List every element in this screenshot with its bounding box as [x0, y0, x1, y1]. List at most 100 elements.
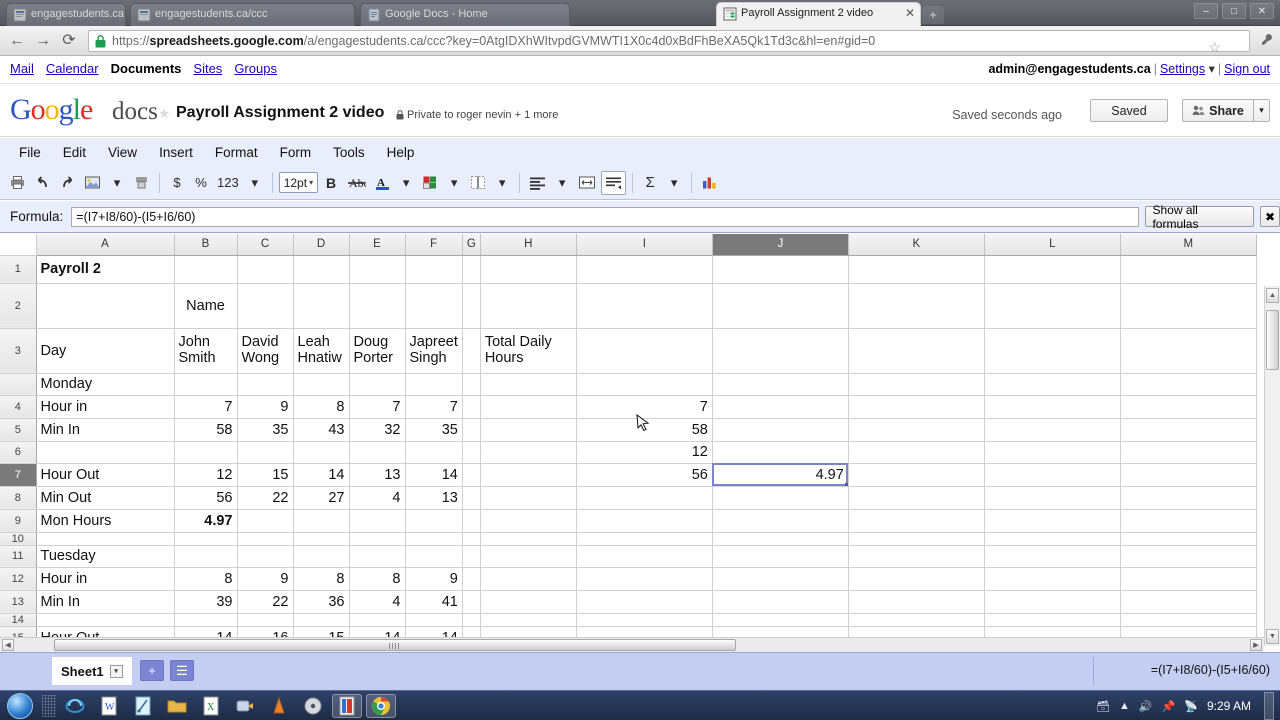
column-header-C[interactable]: C — [237, 234, 294, 256]
cell-C6[interactable] — [237, 441, 294, 464]
cell-M10[interactable] — [1120, 532, 1257, 546]
cell-A13[interactable]: Min In — [36, 590, 175, 614]
internet-explorer-icon[interactable] — [60, 694, 90, 718]
cell-B4[interactable]: 7 — [174, 395, 238, 419]
cell-E11[interactable] — [349, 545, 406, 568]
table-row[interactable]: 4 Hour in 7 9 8 7 7 7 — [0, 395, 1257, 419]
bold-button[interactable]: B — [320, 171, 342, 195]
table-row[interactable]: 5 Min In 58 35 43 32 35 58 — [0, 418, 1257, 442]
sheet-body[interactable]: 1 Payroll 2 2 Name 3 Day John Smith David Wong L… — [0, 255, 1257, 652]
cell-J[interactable] — [712, 373, 849, 396]
number-format-button[interactable]: 123 — [214, 171, 242, 195]
cell-I7[interactable]: 56 — [576, 463, 713, 487]
cell-G5[interactable] — [462, 418, 481, 442]
cell-E12[interactable]: 8 — [349, 567, 406, 591]
insert-chart-icon[interactable] — [698, 171, 721, 195]
chrome-icon[interactable] — [366, 693, 396, 718]
cell-B13[interactable]: 39 — [174, 590, 238, 614]
row-header-8[interactable]: 8 — [0, 486, 37, 510]
network-icon[interactable]: 📡 — [1184, 700, 1198, 713]
table-row[interactable]: 13 Min In 39 22 36 4 41 — [0, 590, 1257, 614]
cell-H5[interactable] — [480, 418, 577, 442]
column-header-A[interactable]: A — [36, 234, 175, 256]
taskbar-clock[interactable]: 9:29 AM — [1207, 699, 1251, 713]
column-header-M[interactable]: M — [1120, 234, 1257, 256]
cell-K7[interactable] — [848, 463, 985, 487]
cell-M[interactable] — [1120, 373, 1257, 396]
horizontal-scrollbar[interactable]: ◀ ▶ — [0, 637, 1264, 652]
row-header-5[interactable]: 5 — [0, 418, 37, 442]
cell-I6[interactable]: 12 — [576, 441, 713, 464]
cell-F12[interactable]: 9 — [405, 567, 463, 591]
font-size-selector[interactable]: 12pt ▾ — [278, 172, 319, 193]
cell-G3[interactable] — [462, 328, 481, 374]
cell-M5[interactable] — [1120, 418, 1257, 442]
cell-K9[interactable] — [848, 509, 985, 533]
row-header-14[interactable]: 14 — [0, 613, 37, 627]
cell-E7[interactable]: 13 — [349, 463, 406, 487]
cell-J8[interactable] — [712, 486, 849, 510]
share-dropdown-button[interactable]: ▾ — [1253, 99, 1270, 122]
row-header-10[interactable]: 10 — [0, 532, 37, 546]
cell-L3[interactable] — [984, 328, 1121, 374]
cell-H[interactable] — [480, 373, 577, 396]
row-header-3[interactable] — [0, 373, 37, 396]
cell-A12[interactable]: Hour in — [36, 567, 175, 591]
cell-J9[interactable] — [712, 509, 849, 533]
table-row[interactable]: 2 Name — [0, 283, 1257, 329]
cell-E14[interactable] — [349, 613, 406, 627]
scroll-down-icon[interactable]: ▼ — [1266, 629, 1279, 644]
menu-help[interactable]: Help — [376, 142, 426, 163]
cell-A[interactable]: Monday — [36, 373, 175, 396]
cell-K13[interactable] — [848, 590, 985, 614]
table-row[interactable]: 12 Hour in 8 9 8 8 9 — [0, 567, 1257, 591]
scroll-up-icon[interactable]: ▲ — [1266, 288, 1279, 303]
safely-remove-icon[interactable]: 🗃 — [1096, 700, 1110, 713]
cell-G13[interactable] — [462, 590, 481, 614]
cell-C8[interactable]: 22 — [237, 486, 294, 510]
document-title[interactable]: Payroll Assignment 2 video — [176, 104, 384, 122]
cell-E9[interactable] — [349, 509, 406, 533]
cell-K6[interactable] — [848, 441, 985, 464]
fill-color-icon[interactable] — [419, 171, 441, 195]
cell-G[interactable] — [462, 373, 481, 396]
star-icon[interactable]: ★ — [158, 105, 171, 122]
chevron-down-icon[interactable]: ▾ — [109, 664, 123, 678]
close-icon[interactable]: ✖ — [1260, 206, 1280, 227]
cell-A11[interactable]: Tuesday — [36, 545, 175, 568]
table-row[interactable]: 10 — [0, 532, 1257, 546]
cell-J6[interactable] — [712, 441, 849, 464]
cell-M13[interactable] — [1120, 590, 1257, 614]
vertical-scrollbar[interactable]: ▲ ▼ — [1264, 286, 1280, 646]
cell-K14[interactable] — [848, 613, 985, 627]
cell-A10[interactable] — [36, 532, 175, 546]
column-header-L[interactable]: L — [984, 234, 1121, 256]
menu-tools[interactable]: Tools — [322, 142, 376, 163]
align-icon[interactable] — [526, 171, 549, 195]
cell-B6[interactable] — [174, 441, 238, 464]
cell-D8[interactable]: 27 — [293, 486, 350, 510]
close-icon[interactable]: ✕ — [905, 7, 915, 19]
cell-A4[interactable]: Hour in — [36, 395, 175, 419]
cell-D14[interactable] — [293, 613, 350, 627]
cell-B3[interactable]: John Smith — [174, 328, 238, 374]
cell-L7[interactable] — [984, 463, 1121, 487]
cell-F4[interactable]: 7 — [405, 395, 463, 419]
cell-B11[interactable] — [174, 545, 238, 568]
address-bar[interactable]: https://spreadsheets.google.com/a/engage… — [88, 30, 1250, 55]
cell-L4[interactable] — [984, 395, 1121, 419]
cell-H2[interactable] — [480, 283, 577, 329]
cell-G4[interactable] — [462, 395, 481, 419]
cell-J7[interactable]: 4.97 — [712, 463, 849, 487]
gbar-link-calendar[interactable]: Calendar — [46, 61, 99, 76]
menu-form[interactable]: Form — [269, 142, 323, 163]
cell-A2[interactable] — [36, 283, 175, 329]
cell-C7[interactable]: 15 — [237, 463, 294, 487]
cell-D11[interactable] — [293, 545, 350, 568]
vertical-scroll-thumb[interactable] — [1266, 310, 1279, 370]
cell-L10[interactable] — [984, 532, 1121, 546]
row-header-11[interactable]: 11 — [0, 545, 37, 568]
image-icon[interactable] — [81, 171, 104, 195]
menu-format[interactable]: Format — [204, 142, 269, 163]
chevron-down-icon[interactable]: ▾ — [244, 171, 266, 195]
